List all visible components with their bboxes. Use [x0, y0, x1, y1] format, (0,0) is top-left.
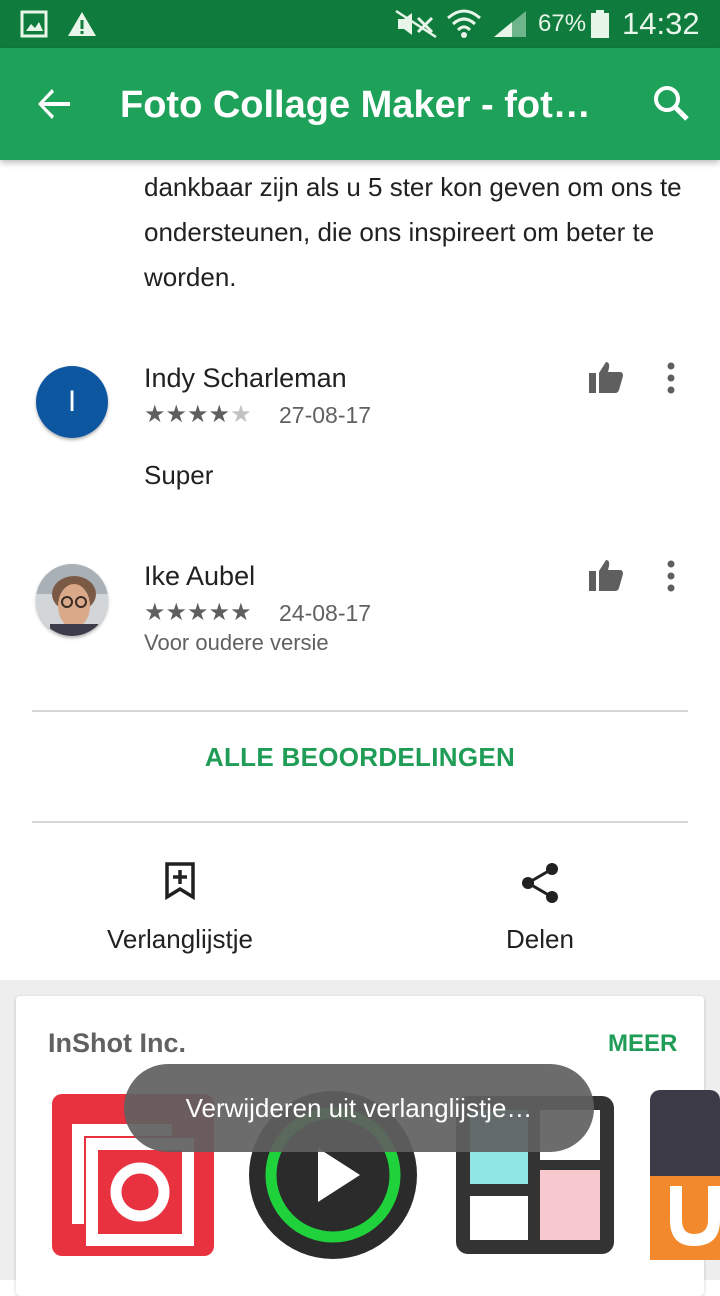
bookmark-add-icon[interactable] [164, 862, 196, 905]
avatar [36, 564, 108, 636]
divider [32, 821, 688, 823]
wifi-icon [446, 0, 482, 48]
review-date: 27-08-17 [279, 402, 372, 428]
share-button[interactable]: Delen [440, 924, 640, 955]
star-rating: ★★★★★ [144, 598, 252, 627]
status-bar: 67% 14:32 [0, 0, 720, 48]
thumbs-up-icon[interactable] [588, 360, 624, 399]
more-options-icon[interactable] [664, 560, 678, 597]
battery-percent: 67% [538, 10, 587, 37]
developer-name: InShot Inc. [48, 1028, 186, 1058]
arrow-back-icon[interactable] [36, 86, 72, 127]
camera-app-icon[interactable] [650, 1090, 720, 1265]
review-date: 24-08-17 [279, 600, 372, 626]
all-reviews-button[interactable]: ALLE BEOORDELINGEN [0, 742, 720, 773]
mute-icon [394, 0, 438, 48]
more-button[interactable]: MEER [608, 1030, 677, 1058]
star-rating: ★★★★★ [144, 400, 252, 429]
version-note: Voor oudere versie [144, 630, 329, 655]
divider [32, 710, 688, 712]
search-icon[interactable] [652, 84, 690, 127]
stars-filled: ★★★★★ [144, 599, 252, 626]
warning-icon [66, 0, 98, 48]
gallery-icon [20, 0, 48, 48]
thumbs-up-icon[interactable] [588, 558, 624, 597]
more-options-icon[interactable] [664, 362, 678, 399]
clock: 14:32 [622, 6, 700, 41]
share-icon[interactable] [520, 862, 560, 909]
page-title: Foto Collage Maker - foto… [120, 84, 610, 126]
stars-empty: ★ [230, 401, 252, 428]
stars-filled: ★★★★ [144, 401, 231, 428]
wishlist-button[interactable]: Verlanglijstje [60, 924, 300, 955]
review-text: Super [144, 460, 214, 490]
developer-reply-text: dankbaar zijn als u 5 ster kon geven om … [144, 172, 682, 292]
avatar: I [36, 366, 108, 438]
signal-icon [492, 0, 528, 48]
app-bar: Foto Collage Maker - foto… [0, 48, 720, 160]
reviewer-name: Ike Aubel [144, 561, 256, 591]
reviewer-name: Indy Scharleman [144, 363, 347, 393]
battery-icon [590, 0, 610, 48]
toast-message: Verwijderen uit verlanglijstje… [124, 1064, 594, 1152]
